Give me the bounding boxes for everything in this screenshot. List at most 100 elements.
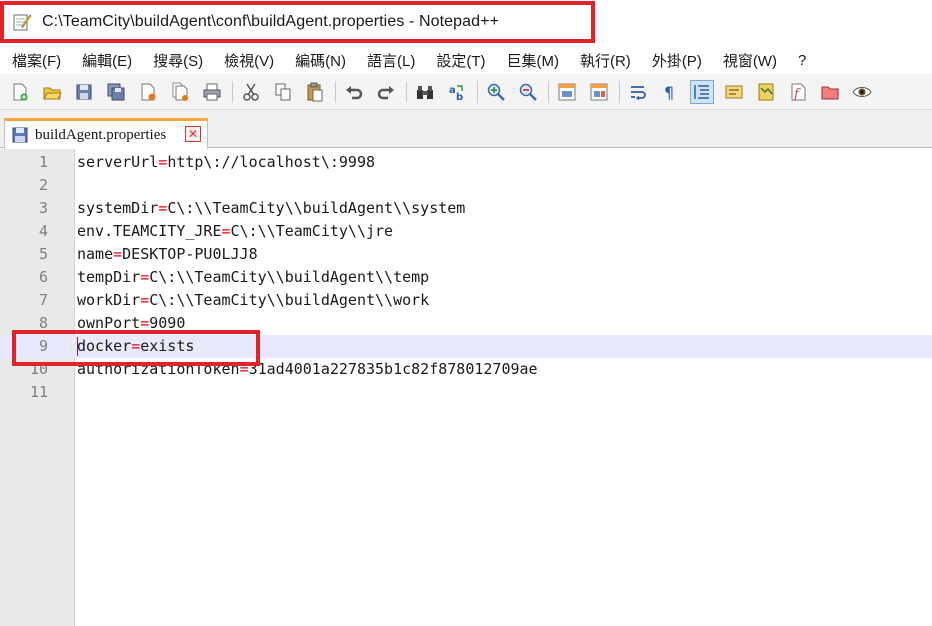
word-wrap-icon [631,85,646,100]
line-text: serverUrl=http\://localhost\:9998 [77,151,375,174]
code-line[interactable]: 5 name=DESKTOP-PU0LJJ8 [0,243,932,266]
indent-guide-button[interactable] [690,79,714,104]
folder-workspace-icon [821,86,839,99]
code-line[interactable]: 4 env.TEAMCITY_JRE=C\:\\TeamCity\\jre [0,220,932,243]
toolbar-separator [548,80,549,103]
save-icon [76,84,92,99]
print-button[interactable] [200,80,224,104]
close-file-button[interactable] [136,80,160,104]
line-number: 1 [38,153,48,171]
folder-workspace-button[interactable] [818,80,842,104]
paste-icon [307,82,323,101]
menu-macro[interactable]: 巨集(M) [506,50,559,71]
toolbar-separator [619,80,620,103]
property-value: 31ad4001a227835b1c82f878012709ae [248,360,538,378]
new-file-button[interactable] [8,80,32,104]
replace-button[interactable]: ab [445,80,469,104]
title-highlight-box [0,1,595,43]
code-line[interactable]: 1 serverUrl=http\://localhost\:9998 [0,151,932,174]
equals-operator: = [158,199,168,217]
binoculars-icon [417,85,433,99]
scissors-icon [243,83,259,101]
sync-vertical-button[interactable] [555,80,579,104]
user-language-icon [725,85,743,98]
function-list-button[interactable]: f [786,80,810,104]
menu-plugins[interactable]: 外掛(P) [652,50,702,71]
undo-button[interactable] [342,80,366,104]
document-map-button[interactable] [754,80,778,104]
code-line[interactable]: 11 [0,381,932,404]
open-file-button[interactable] [40,80,64,104]
tab-buildagent-properties[interactable]: buildAgent.properties ✕ [4,118,208,149]
zoom-in-icon [487,83,505,101]
new-file-icon [13,83,28,100]
line-text: workDir=C\:\\TeamCity\\buildAgent\\work [77,289,429,312]
save-button[interactable] [72,80,96,104]
menu-search[interactable]: 搜尋(S) [153,50,203,71]
redo-button[interactable] [374,80,398,104]
code-line[interactable]: 7 workDir=C\:\\TeamCity\\buildAgent\\work [0,289,932,312]
close-all-icon [172,82,188,101]
equals-operator: = [221,222,231,240]
menu-window[interactable]: 視窗(W) [723,50,777,71]
function-list-icon: f [791,83,806,102]
code-line[interactable]: 6 tempDir=C\:\\TeamCity\\buildAgent\\temp [0,266,932,289]
zoom-out-icon [519,83,537,101]
menu-file[interactable]: 檔案(F) [12,50,61,71]
property-value: C\:\\TeamCity\\jre [230,222,394,240]
find-button[interactable] [413,80,437,104]
user-language-button[interactable] [722,80,746,104]
editor-area[interactable]: 1 serverUrl=http\://localhost\:9998 2 3 syst… [0,149,932,626]
sync-horizontal-button[interactable] [587,80,611,104]
menu-bar: 檔案(F) 編輯(E) 搜尋(S) 檢視(V) 編碼(N) 語言(L) 設定(T… [0,46,932,74]
redo-icon [377,85,394,99]
undo-icon [346,85,363,99]
menu-encoding[interactable]: 編碼(N) [295,50,346,71]
equals-operator: = [140,268,150,286]
property-key: env.TEAMCITY_JRE [77,222,222,240]
menu-help[interactable]: ? [798,52,806,69]
tab-close-icon[interactable]: ✕ [185,126,201,142]
equals-operator: = [140,291,150,309]
line-text: env.TEAMCITY_JRE=C\:\\TeamCity\\jre [77,220,393,243]
menu-run[interactable]: 執行(R) [580,50,631,71]
printer-icon [203,83,221,100]
line-number: 4 [38,222,48,240]
paste-button[interactable] [303,80,327,104]
code-line[interactable]: 2 [0,174,932,197]
indent-guide-icon [694,84,709,99]
monitoring-button[interactable] [850,80,874,104]
property-key: tempDir [77,268,141,286]
zoom-out-button[interactable] [516,80,540,104]
toolbar-separator [406,80,407,103]
show-all-chars-button[interactable]: ¶ [658,80,682,104]
zoom-in-button[interactable] [484,80,508,104]
word-wrap-button[interactable] [626,80,650,104]
save-all-button[interactable] [104,80,128,104]
toolbar-separator [335,80,336,103]
svg-text:b: b [456,92,463,102]
copy-button[interactable] [271,80,295,104]
equals-operator: = [158,153,168,171]
cut-button[interactable] [239,80,263,104]
docker-line-highlight-box [12,330,260,366]
close-all-button[interactable] [168,80,192,104]
line-number: 3 [38,199,48,217]
property-value: http\://localhost\:9998 [167,153,376,171]
open-folder-icon [43,87,62,99]
menu-view[interactable]: 檢視(V) [224,50,274,71]
code-line[interactable]: 3 systemDir=C\:\\TeamCity\\buildAgent\\sy… [0,197,932,220]
eye-icon [852,86,872,97]
line-number: 11 [29,383,48,401]
menu-edit[interactable]: 編輯(E) [82,50,132,71]
close-file-icon [141,83,156,100]
line-text: name=DESKTOP-PU0LJJ8 [77,243,258,266]
menu-language[interactable]: 語言(L) [367,50,415,71]
property-key: systemDir [77,199,159,217]
replace-icon: ab [449,85,463,102]
line-number: 2 [38,176,48,194]
line-number: 7 [38,291,48,309]
menu-settings[interactable]: 設定(T) [436,50,485,71]
toolbar-separator [477,80,478,103]
svg-text:¶: ¶ [664,83,674,102]
